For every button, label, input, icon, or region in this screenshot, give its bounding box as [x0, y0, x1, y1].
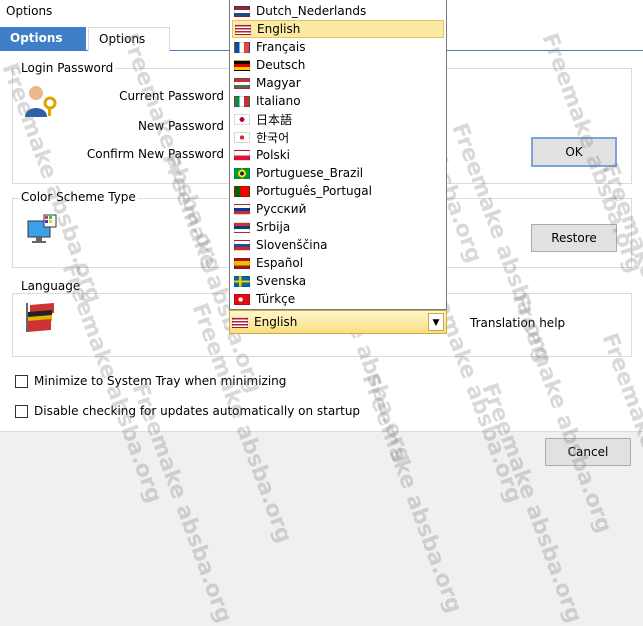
hu-flag-icon	[234, 77, 250, 89]
window-title: Options	[6, 4, 53, 18]
language-option[interactable]: English	[232, 20, 444, 38]
color-scheme-label: Color Scheme Type	[19, 190, 138, 204]
pt-flag-icon	[234, 185, 250, 197]
minimize-tray-checkbox[interactable]: Minimize to System Tray when minimizing	[15, 374, 286, 388]
es-flag-icon	[234, 257, 250, 269]
language-option-label: Italiano	[256, 94, 301, 108]
minimize-tray-box[interactable]	[15, 374, 28, 388]
tab-options-1[interactable]: Options (I)	[0, 27, 86, 67]
login-password-label: Login Password	[19, 61, 116, 75]
language-option-label: Polski	[256, 148, 291, 162]
restore-button[interactable]: Restore	[531, 224, 617, 252]
language-option-label: Português_Portugal	[256, 184, 372, 198]
de-flag-icon	[234, 59, 250, 71]
language-option-label: Srbija	[256, 220, 291, 234]
monitor-palette-icon	[26, 213, 58, 245]
ru-flag-icon	[234, 203, 250, 215]
language-option-label: Slovenščina	[256, 238, 328, 252]
si-flag-icon	[234, 239, 250, 251]
language-select[interactable]: English ▼	[229, 310, 447, 334]
language-option[interactable]: 日本語	[232, 110, 444, 128]
language-option-label: Magyar	[256, 76, 301, 90]
br-flag-icon	[234, 167, 250, 179]
language-option-label: 日本語	[256, 112, 293, 127]
language-option-label: 한국어	[256, 130, 290, 145]
language-flags-icon	[24, 301, 58, 333]
ok-button[interactable]: OK	[531, 137, 617, 167]
us-flag-icon	[235, 23, 251, 35]
translation-help-link[interactable]: Translation help	[470, 316, 565, 330]
language-option[interactable]: Magyar	[232, 74, 444, 92]
language-option-label: Русский	[256, 202, 307, 216]
language-option[interactable]: Italiano	[232, 92, 444, 110]
language-option[interactable]: Português_Portugal	[232, 182, 444, 200]
confirm-password-label: Confirm New Password	[86, 147, 224, 161]
language-option-label: English	[257, 22, 301, 36]
language-label: Language	[19, 279, 83, 293]
pl-flag-icon	[234, 149, 250, 161]
disable-updates-label: Disable checking for updates automatical…	[34, 404, 361, 418]
us-flag-icon	[232, 316, 248, 328]
language-option-label: Français	[256, 40, 306, 54]
language-option[interactable]: Svenska	[232, 272, 444, 290]
new-password-label: New Password	[137, 119, 224, 133]
language-select-value: English	[254, 315, 298, 329]
language-option-label: Svenska	[256, 274, 307, 288]
language-option[interactable]: Dutch_Nederlands	[232, 2, 444, 20]
minimize-tray-label: Minimize to System Tray when minimizing	[34, 374, 287, 388]
disable-updates-box[interactable]	[15, 404, 28, 418]
language-option[interactable]: Русский	[232, 200, 444, 218]
rs-flag-icon	[234, 221, 250, 233]
language-option[interactable]: Srbija	[232, 218, 444, 236]
fr-flag-icon	[234, 41, 250, 53]
language-option-label: Español	[256, 256, 304, 270]
kr-flag-icon	[234, 131, 250, 143]
tr-flag-icon	[234, 293, 250, 305]
language-option[interactable]: Français	[232, 38, 444, 56]
language-option-label: Türkçe	[256, 292, 296, 306]
it-flag-icon	[234, 95, 250, 107]
disable-updates-checkbox[interactable]: Disable checking for updates automatical…	[15, 404, 360, 418]
language-option-label: Deutsch	[256, 58, 306, 72]
jp-flag-icon	[234, 113, 250, 125]
chevron-down-icon[interactable]: ▼	[428, 313, 444, 331]
language-option[interactable]: Portuguese_Brazil	[232, 164, 444, 182]
language-option[interactable]: Deutsch	[232, 56, 444, 74]
language-option[interactable]: 한국어	[232, 128, 444, 146]
language-option-label: Portuguese_Brazil	[256, 166, 364, 180]
language-option[interactable]: Español	[232, 254, 444, 272]
language-option[interactable]: Slovenščina	[232, 236, 444, 254]
se-flag-icon	[234, 275, 250, 287]
language-option-label: Dutch_Nederlands	[256, 4, 367, 18]
nl-flag-icon	[234, 5, 250, 17]
language-option[interactable]: Türkçe	[232, 290, 444, 308]
tab-options-2[interactable]: Options (II)	[88, 27, 170, 68]
language-option[interactable]: Polski	[232, 146, 444, 164]
language-dropdown-list[interactable]: Dutch_Nederlands English Français Deutsch Ma…	[229, 0, 447, 310]
cancel-button[interactable]: Cancel	[545, 438, 631, 466]
current-password-label: Current Password	[119, 89, 224, 103]
